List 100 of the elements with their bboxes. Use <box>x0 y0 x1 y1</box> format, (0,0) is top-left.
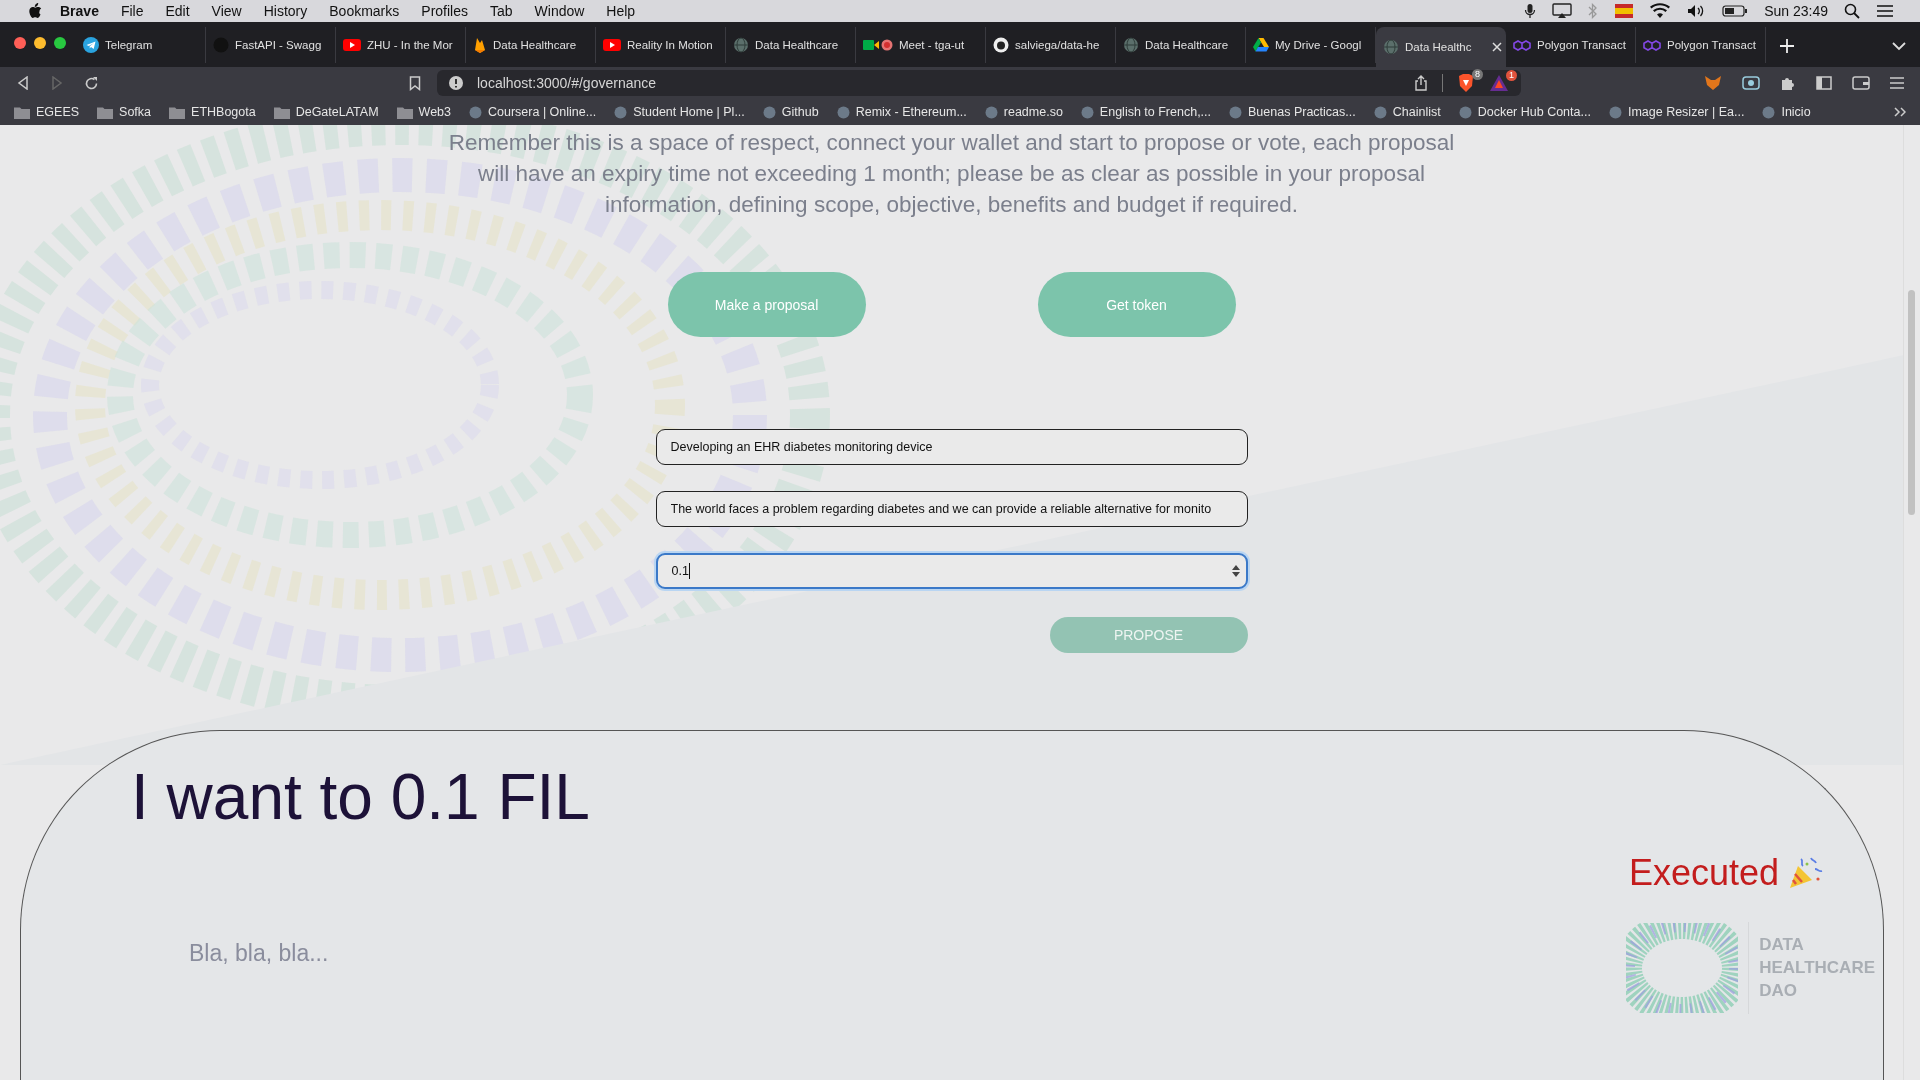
browser-tab[interactable]: Data Healthcare <box>726 27 856 63</box>
bookmark-icon[interactable] <box>409 75 421 91</box>
bookmark-item[interactable]: Coursera | Online... <box>469 105 597 119</box>
site-icon <box>469 105 482 119</box>
bookmark-item[interactable]: Docker Hub Conta... <box>1458 105 1591 119</box>
reload-icon[interactable] <box>84 75 99 91</box>
shield-count-badge: 8 <box>1472 69 1483 80</box>
bookmark-item[interactable]: ETHBogota <box>169 105 256 119</box>
site-icon <box>1080 105 1094 119</box>
site-icon <box>1458 105 1472 119</box>
folder-icon <box>396 105 413 119</box>
site-icon <box>1229 105 1243 119</box>
bookmark-item[interactable]: Inicio <box>1762 105 1811 119</box>
input-field[interactable]: The world faces a problem regarding diabetes and we can provide a reliable alternative for monito <box>655 491 1248 527</box>
url-text: localhost:3000/#/governance <box>477 75 657 91</box>
menu-item[interactable]: Edit <box>165 3 190 19</box>
folder-icon <box>14 105 30 119</box>
spinner-icon[interactable] <box>1231 565 1240 577</box>
puzzle-icon[interactable] <box>1780 75 1796 91</box>
microphone-icon[interactable] <box>1524 3 1537 19</box>
bookmark-item[interactable]: DeGateLATAM <box>273 105 379 119</box>
torus-logo-icon <box>1626 922 1739 1013</box>
browser-tab[interactable]: Meet - tga-ut <box>856 27 986 63</box>
folder-icon <box>97 105 114 119</box>
maximize-window-icon[interactable] <box>54 37 66 49</box>
browser-tab[interactable]: Reality In Motion <box>596 27 726 63</box>
minimize-window-icon[interactable] <box>34 37 46 49</box>
bookmark-item[interactable]: Web3 <box>396 105 451 119</box>
browser-tab[interactable]: FastAPI - Swagg <box>206 27 336 63</box>
battery-icon[interactable] <box>1722 4 1749 18</box>
bookmark-item[interactable]: Student Home | Pl... <box>614 105 745 119</box>
input-field[interactable]: Developing an EHR diabetes monitoring device <box>655 429 1248 465</box>
fox-icon[interactable] <box>1704 75 1722 91</box>
menu-item[interactable]: Help <box>606 3 636 19</box>
bookmark-item[interactable]: Chainlist <box>1373 105 1441 119</box>
menu-item[interactable]: Tab <box>490 3 513 19</box>
wallet-icon[interactable] <box>1852 76 1870 90</box>
bookmark-item[interactable]: readme.so <box>984 105 1063 119</box>
sidebar-icon[interactable] <box>1816 76 1832 90</box>
browser-tab[interactable]: Polygon Transact <box>1636 27 1766 63</box>
chevron-down-icon[interactable] <box>1892 42 1906 51</box>
globe-icon <box>733 37 749 53</box>
new-tab-icon[interactable] <box>1780 39 1794 53</box>
app-menu[interactable]: Brave <box>60 3 99 19</box>
browser-tab[interactable]: Data Healthc <box>1376 27 1506 67</box>
video-camera-icon <box>863 38 893 52</box>
globe-icon <box>1383 39 1399 55</box>
triangle-icon <box>1253 38 1269 52</box>
circle-icon <box>993 37 1009 53</box>
close-window-icon[interactable] <box>14 37 26 49</box>
bookmark-item[interactable]: English to French,... <box>1080 105 1212 119</box>
logo-text: DATA HEALTHCARE DAO <box>1759 934 1875 1003</box>
menu-item[interactable]: View <box>211 3 242 19</box>
control-center-icon[interactable] <box>1876 4 1894 18</box>
clock[interactable]: Sun 23:49 <box>1764 3 1828 19</box>
text-cursor <box>688 563 690 579</box>
site-icon <box>1762 105 1776 119</box>
menu-icon[interactable] <box>1890 77 1904 89</box>
bookmark-item[interactable]: Image Resizer | Ea... <box>1608 105 1745 119</box>
intro-paragraph: Remember this is a space of respect, connect your wallet and start to propose or vote, each proposal will have an expiry time not exceeding 1 month; please be as clear as possible in your proposal information, defining scope, objective, benefits and budget if required. <box>447 129 1456 219</box>
screen-mirroring-icon[interactable] <box>1552 3 1573 19</box>
menu-item[interactable]: Bookmarks <box>329 3 400 19</box>
alert-count-badge: 1 <box>1506 70 1517 81</box>
back-icon[interactable] <box>16 76 30 90</box>
menu-item[interactable]: History <box>263 3 308 19</box>
info-icon <box>449 76 463 90</box>
bookmark-item[interactable]: Remix - Ethereum... <box>836 105 967 119</box>
play-icon <box>603 38 621 52</box>
proposal-title: I want to 0.1 FIL <box>131 760 591 835</box>
apple-icon[interactable] <box>28 3 42 19</box>
proposal-status: Executed <box>1628 851 1779 894</box>
flame-icon <box>473 37 487 53</box>
flag-icon[interactable] <box>1614 3 1635 19</box>
browser-tab[interactable]: ZHU - In the Mor <box>336 27 466 63</box>
browser-tab[interactable]: Data Healthcare <box>1116 27 1246 63</box>
bookmark-item[interactable]: Github <box>762 105 819 119</box>
input-field[interactable]: 0.1 <box>655 553 1248 589</box>
browser-tab[interactable]: salviega/data-he <box>986 27 1116 63</box>
address-bar[interactable]: localhost:3000/#/governance 8 1 <box>437 70 1521 96</box>
wifi-icon[interactable] <box>1650 3 1671 19</box>
scrollbar-thumb[interactable] <box>1908 290 1915 515</box>
camera-icon[interactable] <box>1742 75 1760 91</box>
play-icon <box>343 38 361 52</box>
browser-tab[interactable]: Data Healthcare <box>466 27 596 63</box>
triangle-icon[interactable] <box>1489 74 1509 92</box>
search-icon[interactable] <box>1844 3 1860 19</box>
more-bookmarks-icon[interactable] <box>1894 107 1906 117</box>
menu-item[interactable]: File <box>120 3 144 19</box>
bookmark-item[interactable]: EGEES <box>14 105 80 119</box>
site-icon <box>836 105 850 119</box>
browser-tab[interactable]: Telegram <box>76 27 206 63</box>
link-icon <box>1643 38 1661 52</box>
bookmark-item[interactable]: Sofka <box>97 105 152 119</box>
browser-tab[interactable]: Polygon Transact <box>1506 27 1636 63</box>
bookmark-item[interactable]: Buenas Practicas... <box>1229 105 1356 119</box>
site-icon <box>1373 105 1387 119</box>
share-icon[interactable] <box>1414 75 1428 91</box>
menu-item[interactable]: Window <box>534 3 585 19</box>
menu-item[interactable]: Profiles <box>421 3 468 19</box>
close-icon[interactable] <box>1492 42 1502 52</box>
